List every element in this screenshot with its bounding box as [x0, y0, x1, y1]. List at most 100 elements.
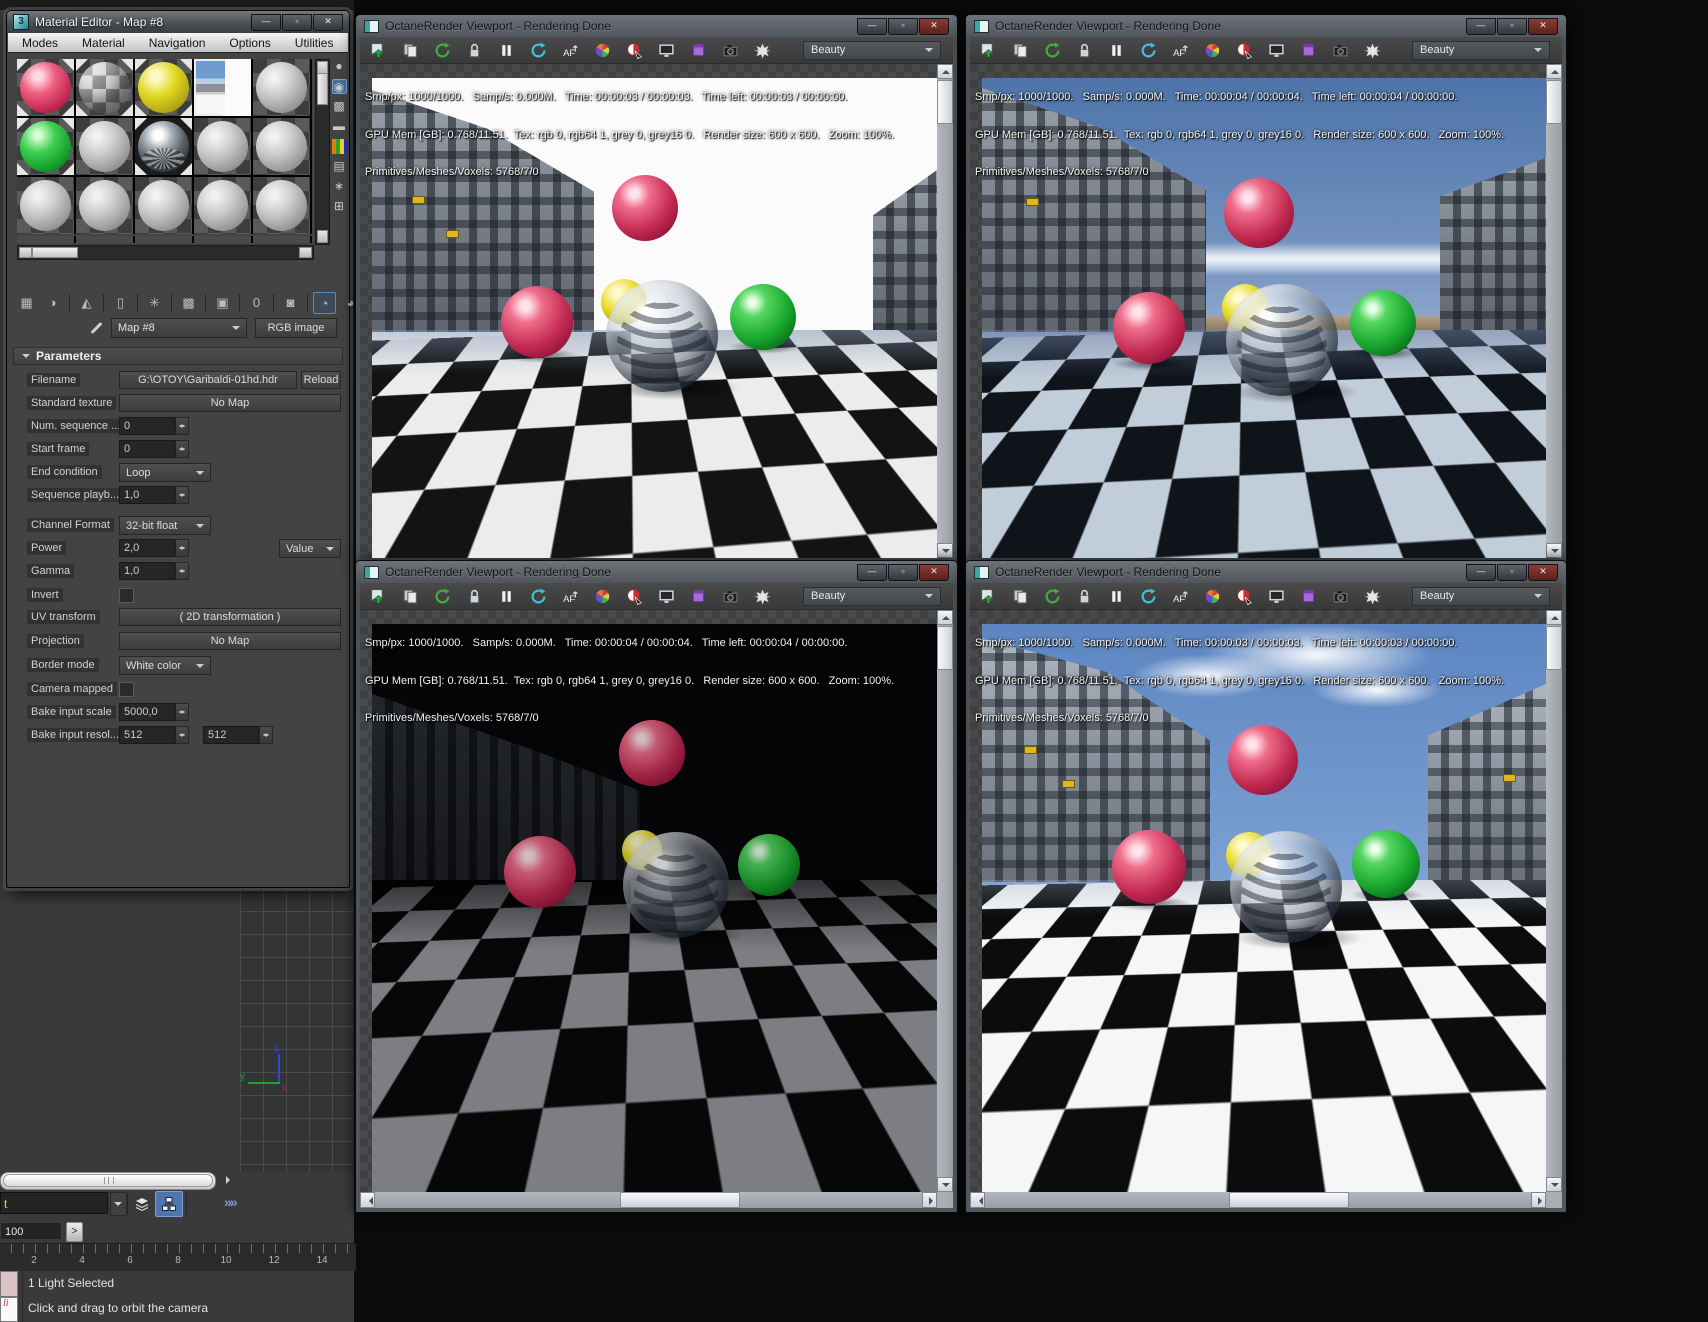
menu-utilities[interactable]: Utilities [295, 36, 334, 50]
bake-resolution-y-spinner[interactable]: 512 [203, 726, 273, 744]
material-swatch-gray[interactable] [135, 177, 192, 234]
window-titlebar[interactable]: OctaneRender Viewport - Rendering Done —… [966, 15, 1566, 37]
material-swatch-pink[interactable] [17, 59, 74, 116]
lock-thumbnails-icon[interactable] [1076, 588, 1093, 605]
lock-thumbnails-icon[interactable] [1076, 42, 1093, 59]
material-swatch-gray[interactable] [194, 118, 251, 175]
num-sequence-spinner[interactable]: 0 [119, 417, 189, 435]
put-material-icon[interactable]: ◑ [41, 292, 64, 314]
reset-map-icon[interactable]: ▯ [109, 292, 132, 314]
restart-render-icon[interactable] [434, 42, 451, 59]
autofocus-picker-icon[interactable] [562, 588, 579, 605]
save-render-icon[interactable] [980, 42, 997, 59]
minimize-button[interactable]: — [1466, 563, 1496, 581]
scrollbar-thumb[interactable] [3, 1174, 213, 1187]
power-mode-dropdown[interactable]: Value [279, 539, 341, 558]
eyedropper-icon[interactable] [89, 320, 105, 336]
octane-logo-icon[interactable] [754, 588, 771, 605]
camera-icon[interactable] [1332, 42, 1349, 59]
selection-dropdown-arrow[interactable] [110, 1192, 127, 1216]
menu-material[interactable]: Material [82, 36, 125, 50]
window-titlebar[interactable]: OctaneRender Viewport - Rendering Done —… [966, 561, 1566, 583]
swatch-horizontal-scrollbar[interactable] [17, 245, 314, 260]
overflow-chevrons-icon[interactable] [224, 1194, 236, 1210]
material-swatch-hdr-selected[interactable] [194, 59, 251, 116]
refresh-render-icon[interactable] [530, 42, 547, 59]
scroll-right-arrow[interactable] [299, 247, 312, 258]
map-type-button[interactable]: RGB image [255, 318, 337, 338]
uv-transform-button[interactable]: ( 2D transformation ) [119, 608, 341, 626]
channel-format-dropdown[interactable]: 32-bit float [119, 516, 211, 535]
close-button[interactable]: ✕ [1528, 17, 1558, 35]
autofocus-picker-icon[interactable] [1172, 42, 1189, 59]
material-id-icon[interactable]: 0 [245, 292, 268, 314]
render-pass-dropdown[interactable]: Beauty [803, 586, 941, 606]
macro-recorder-pane[interactable] [0, 1271, 18, 1297]
viewport-lock-icon[interactable] [1268, 588, 1285, 605]
menu-navigation[interactable]: Navigation [149, 36, 206, 50]
perspective-viewport-corner[interactable]: z y x [240, 888, 354, 1172]
get-material-icon[interactable]: ▦ [15, 292, 38, 314]
scroll-up-arrow[interactable] [937, 610, 953, 625]
sample-tiling-icon[interactable]: ▬ [332, 119, 347, 134]
copy-clipboard-icon[interactable] [1012, 42, 1029, 59]
material-swatch-gray[interactable] [253, 118, 310, 175]
material-swatch-gray[interactable] [253, 177, 310, 234]
maximize-button[interactable]: ▫ [1497, 17, 1527, 35]
save-render-icon[interactable] [980, 588, 997, 605]
restart-render-icon[interactable] [1044, 588, 1061, 605]
render-area[interactable]: Smp/px: 1000/1000. Samp/s: 0.000M. Time:… [360, 610, 937, 1192]
window-titlebar[interactable]: OctaneRender Viewport - Rendering Done —… [356, 15, 957, 37]
lock-thumbnails-icon[interactable] [466, 42, 483, 59]
white-balance-icon[interactable] [594, 42, 611, 59]
power-spinner[interactable]: 2,0 [119, 539, 189, 557]
material-picker-icon[interactable] [626, 42, 643, 59]
camera-mapped-checkbox[interactable] [119, 682, 134, 697]
render-passes-icon[interactable] [1300, 42, 1317, 59]
scroll-down-arrow[interactable] [1546, 543, 1562, 558]
swatch-vertical-scrollbar[interactable] [315, 59, 330, 245]
show-background-icon[interactable]: ◙ [279, 292, 302, 314]
maximize-button[interactable]: ▫ [888, 17, 918, 35]
horizontal-scrollbar[interactable] [360, 1192, 937, 1208]
minimize-button[interactable]: — [857, 17, 887, 35]
scroll-down-arrow[interactable] [937, 543, 953, 558]
close-button[interactable]: ✕ [919, 563, 949, 581]
background-icon[interactable]: ▩ [332, 99, 347, 114]
scroll-up-arrow[interactable] [1546, 610, 1562, 625]
white-balance-icon[interactable] [594, 588, 611, 605]
make-unique-icon[interactable]: ✳ [143, 292, 166, 314]
restart-render-icon[interactable] [434, 588, 451, 605]
viewport-horizontal-scrollbar[interactable] [0, 1172, 216, 1190]
filename-field[interactable]: G:\OTOY\Garibaldi-01hd.hdr [119, 371, 297, 389]
camera-icon[interactable] [1332, 588, 1349, 605]
vertical-scrollbar[interactable] [1546, 610, 1562, 1192]
material-swatch-yellow[interactable] [135, 59, 192, 116]
copy-clipboard-icon[interactable] [402, 42, 419, 59]
render-area[interactable]: Smp/px: 1000/1000. Samp/s: 0.000M. Time:… [970, 64, 1546, 558]
pause-render-icon[interactable] [1108, 42, 1125, 59]
scrollbar-thumb[interactable] [1546, 80, 1562, 124]
copy-clipboard-icon[interactable] [402, 588, 419, 605]
save-render-icon[interactable] [370, 588, 387, 605]
scroll-right-arrow[interactable] [1531, 1192, 1546, 1208]
white-balance-icon[interactable] [1204, 42, 1221, 59]
invert-checkbox[interactable] [119, 588, 134, 603]
autofocus-picker-icon[interactable] [562, 42, 579, 59]
bake-input-scale-spinner[interactable]: 5000,0 [119, 703, 189, 721]
material-swatch-gray[interactable] [194, 177, 251, 234]
scrollbar-thumb[interactable] [937, 626, 953, 670]
save-render-icon[interactable] [370, 42, 387, 59]
material-swatch-checker[interactable] [76, 59, 133, 116]
vertical-scrollbar[interactable] [937, 64, 953, 558]
viewport-lock-icon[interactable] [658, 42, 675, 59]
window-titlebar[interactable]: OctaneRender Viewport - Rendering Done —… [356, 561, 957, 583]
put-to-library-icon[interactable]: ▩ [177, 292, 200, 314]
pause-render-icon[interactable] [498, 588, 515, 605]
scrollbar-thumb[interactable] [619, 1192, 740, 1208]
material-swatch-glass[interactable] [135, 118, 192, 175]
viewport-lock-icon[interactable] [658, 588, 675, 605]
scroll-down-arrow[interactable] [317, 230, 328, 243]
scrollbar-thumb[interactable] [1229, 1192, 1350, 1208]
restart-render-icon[interactable] [1044, 42, 1061, 59]
